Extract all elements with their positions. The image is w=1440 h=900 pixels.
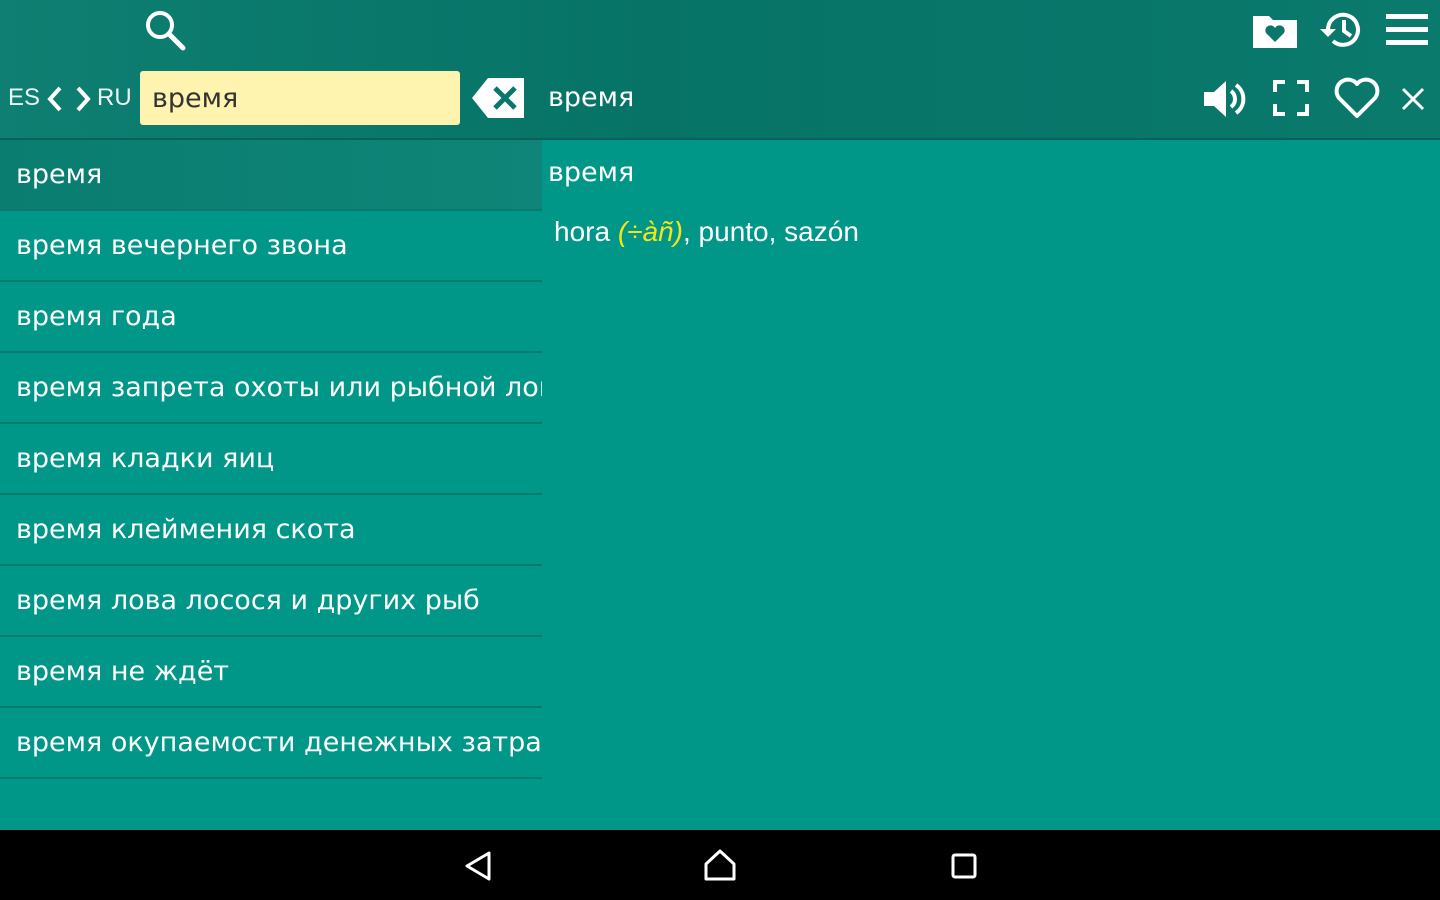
speaker-icon[interactable] <box>1198 76 1250 122</box>
toolbar: ES RU время <box>0 0 1440 140</box>
back-icon[interactable] <box>456 848 500 884</box>
result-label: время клеймения скота <box>16 514 356 545</box>
grammar-note: (÷àñ) <box>617 216 683 247</box>
header-word: время <box>548 82 635 113</box>
system-navbar <box>0 830 1440 900</box>
home-icon[interactable] <box>698 846 742 884</box>
result-item[interactable]: время вечернего звона <box>0 211 542 282</box>
close-icon[interactable] <box>1398 84 1428 114</box>
chevron-right-icon[interactable] <box>72 84 94 114</box>
source-language[interactable]: ES <box>8 84 40 112</box>
result-item[interactable]: время запрета охоты или рыбной ловли <box>0 353 542 424</box>
result-label: время <box>16 159 103 190</box>
result-label: время не ждёт <box>16 656 230 687</box>
result-item[interactable]: время лова лосося и других рыб <box>0 566 542 637</box>
detail-headword: время <box>548 157 635 188</box>
target-language[interactable]: RU <box>97 84 132 112</box>
result-label: время окупаемости денежных затрат <box>16 727 542 758</box>
translation-first: hora <box>554 216 611 247</box>
history-icon[interactable] <box>1316 6 1368 54</box>
result-label: время запрета охоты или рыбной ловли <box>16 372 542 403</box>
favorites-folder-icon[interactable] <box>1250 8 1300 52</box>
result-item[interactable]: время клеймения скота <box>0 495 542 566</box>
result-label: время вечернего звона <box>16 230 348 261</box>
search-icon[interactable] <box>140 6 190 54</box>
result-label: время лова лосося и других рыб <box>16 585 480 616</box>
result-item[interactable]: время <box>0 140 542 211</box>
fullscreen-icon[interactable] <box>1268 76 1314 120</box>
menu-icon[interactable] <box>1382 8 1432 52</box>
translation-rest: , punto, sazón <box>683 216 859 247</box>
result-item[interactable]: время окупаемости денежных затрат <box>0 708 542 779</box>
results-list: время время вечернего звона время года в… <box>0 140 542 830</box>
chevron-left-icon[interactable] <box>44 84 66 114</box>
detail-translation: hora (÷àñ), punto, sazón <box>554 216 859 248</box>
search-input[interactable] <box>140 71 460 125</box>
result-label: время кладки яиц <box>16 443 275 474</box>
recents-icon[interactable] <box>942 848 986 884</box>
result-item[interactable]: время года <box>0 282 542 353</box>
result-label: время года <box>16 301 177 332</box>
clear-input-icon[interactable] <box>470 76 526 120</box>
result-item[interactable]: время не ждёт <box>0 637 542 708</box>
result-item[interactable]: время кладки яиц <box>0 424 542 495</box>
heart-icon[interactable] <box>1330 74 1384 122</box>
